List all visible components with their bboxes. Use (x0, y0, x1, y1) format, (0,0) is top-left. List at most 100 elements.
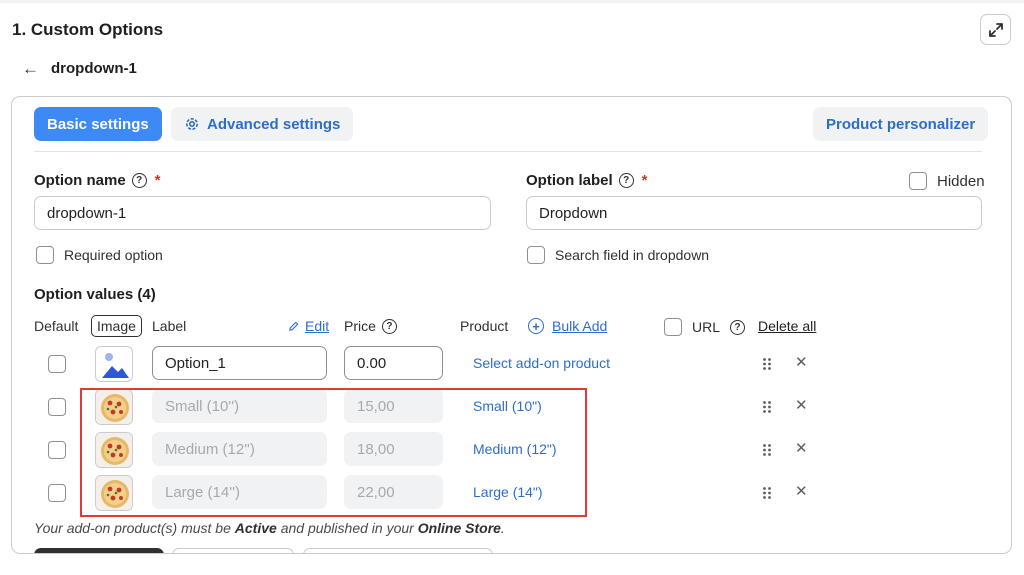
bulk-add-button[interactable]: + Bulk Add (528, 318, 607, 334)
required-option-label: Required option (64, 247, 163, 263)
plus-circle-icon: + (528, 318, 544, 334)
tab-basic-settings[interactable]: Basic settings (34, 107, 162, 141)
default-checkbox[interactable] (48, 398, 66, 416)
tab-advanced-settings[interactable]: Advanced settings (171, 107, 354, 141)
required-option-checkbox[interactable] (36, 246, 54, 264)
close-icon[interactable]: ✕ (795, 482, 808, 500)
bottom-action-button[interactable] (172, 548, 294, 553)
tab-advanced-label: Advanced settings (207, 115, 341, 133)
help-icon[interactable]: ? (730, 319, 746, 335)
header-url-label: URL (692, 319, 721, 335)
gear-icon (186, 118, 198, 130)
drag-handle-icon[interactable] (762, 486, 772, 500)
search-field-checkbox[interactable] (527, 246, 545, 264)
top-divider (0, 0, 1024, 3)
value-price-input[interactable]: 15,00 (344, 389, 443, 423)
delete-all-label: Delete all (758, 318, 817, 334)
pencil-icon (289, 321, 299, 331)
back-label: dropdown-1 (51, 60, 137, 77)
value-label-input[interactable]: Option_1 (152, 346, 327, 380)
tabs-divider (34, 151, 982, 152)
option-label-label-text: Option label (526, 172, 613, 189)
bottom-action-button[interactable] (303, 548, 493, 553)
header-price: Price ? (344, 318, 397, 334)
search-field-label: Search field in dropdown (555, 247, 710, 263)
add-on-product-note: Your add-on product(s) must be Active an… (34, 520, 505, 536)
table-row: Large (14'') 22,00 Large (14") ✕ (12, 475, 1011, 511)
header-price-label: Price (344, 318, 376, 334)
option-values-title: Option values (4) (34, 286, 156, 303)
option-name-input[interactable]: dropdown-1 (34, 196, 491, 230)
required-option-toggle[interactable]: Required option (36, 246, 163, 264)
help-icon[interactable]: ? (381, 318, 397, 334)
tab-personalizer-label: Product personalizer (826, 115, 976, 133)
drag-handle-icon[interactable] (762, 357, 772, 371)
note-text: and published in your (276, 520, 418, 536)
header-default: Default (34, 318, 79, 334)
tab-product-personalizer[interactable]: Product personalizer (813, 107, 989, 141)
back-arrow-icon[interactable]: ← (22, 60, 39, 77)
product-link[interactable]: Small (10") (473, 398, 542, 414)
bottom-action-button[interactable] (34, 548, 164, 553)
default-checkbox[interactable] (48, 484, 66, 502)
required-marker: * (641, 172, 648, 189)
close-icon[interactable]: ✕ (795, 396, 808, 414)
option-name-label: Option name ? * (34, 172, 161, 189)
pizza-icon (96, 476, 132, 510)
option-label-label: Option label ? * (526, 172, 648, 189)
drag-handle-icon[interactable] (762, 400, 772, 414)
product-link[interactable]: Medium (12") (473, 441, 557, 457)
pizza-icon (96, 390, 132, 424)
default-checkbox[interactable] (48, 441, 66, 459)
value-label-input[interactable]: Small (10'') (152, 389, 327, 423)
pizza-thumbnail[interactable] (95, 432, 133, 468)
header-label: Label (152, 318, 187, 334)
hidden-toggle[interactable]: Hidden (909, 172, 985, 190)
header-image: Image (91, 315, 142, 337)
pizza-icon (96, 433, 132, 467)
edit-label: Edit (305, 318, 330, 334)
note-text: Your add-on product(s) must be (34, 520, 235, 536)
table-row: Small (10'') 15,00 Small (10") ✕ (12, 389, 1011, 425)
tab-basic-label: Basic settings (47, 115, 149, 133)
expand-icon (988, 22, 1003, 37)
header-url: URL ? (664, 318, 746, 336)
value-price-input[interactable]: 18,00 (344, 432, 443, 466)
hidden-checkbox[interactable] (909, 172, 927, 190)
value-label-input[interactable]: Large (14'') (152, 475, 327, 509)
header-product: Product (460, 318, 509, 334)
help-icon[interactable]: ? (131, 173, 147, 188)
table-row: Option_1 0.00 Select add-on product ✕ (12, 346, 1011, 382)
bulk-add-label: Bulk Add (552, 318, 608, 334)
note-text: . (500, 520, 505, 536)
drag-handle-icon[interactable] (762, 443, 772, 457)
image-placeholder-thumbnail[interactable] (95, 346, 133, 382)
close-icon[interactable]: ✕ (795, 439, 808, 457)
search-field-toggle[interactable]: Search field in dropdown (527, 246, 709, 264)
option-editor-panel: Basic settings Advanced settings Product… (11, 96, 1012, 554)
value-label-input[interactable]: Medium (12'') (152, 432, 327, 466)
help-icon[interactable]: ? (618, 173, 634, 188)
url-checkbox[interactable] (664, 318, 682, 336)
delete-all-link[interactable]: Delete all (758, 318, 816, 334)
hidden-label: Hidden (937, 172, 985, 190)
option-name-label-text: Option name (34, 172, 126, 189)
required-marker: * (154, 172, 161, 189)
edit-link[interactable]: Edit (288, 318, 329, 334)
note-active: Active (234, 520, 277, 536)
table-row: Medium (12'') 18,00 Medium (12") ✕ (12, 432, 1011, 468)
pizza-thumbnail[interactable] (95, 475, 133, 511)
pizza-thumbnail[interactable] (95, 389, 133, 425)
value-price-input[interactable]: 22,00 (344, 475, 443, 509)
option-label-input[interactable]: Dropdown (526, 196, 982, 230)
image-placeholder-icon (102, 353, 129, 378)
close-icon[interactable]: ✕ (795, 353, 808, 371)
section-title: 1. Custom Options (12, 20, 164, 39)
select-add-on-product-link[interactable]: Select add-on product (473, 355, 610, 371)
product-link[interactable]: Large (14") (473, 484, 543, 500)
back-navigation[interactable]: ← dropdown-1 (22, 60, 137, 77)
default-checkbox[interactable] (48, 355, 66, 373)
note-online-store: Online Store (417, 520, 501, 536)
value-price-input[interactable]: 0.00 (344, 346, 443, 380)
expand-button[interactable] (980, 14, 1011, 45)
